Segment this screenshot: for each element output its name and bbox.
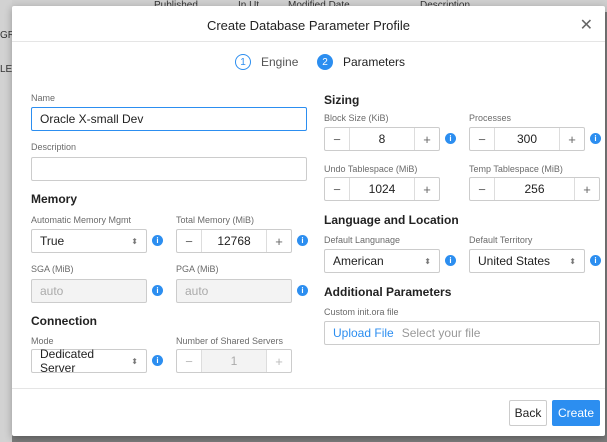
processes-label: Processes — [469, 113, 512, 123]
info-icon[interactable]: i — [297, 285, 308, 296]
processes-stepper[interactable]: − 300 + — [469, 127, 585, 151]
wizard-steps: 1 Engine 2 Parameters — [12, 54, 605, 74]
shared-servers-value: 1 — [201, 350, 267, 372]
sizing-heading: Sizing — [324, 93, 360, 107]
default-language-select[interactable]: American ⬍ — [324, 249, 440, 273]
default-language-label: Default Langunage — [324, 235, 401, 245]
default-territory-select[interactable]: United States ⬍ — [469, 249, 585, 273]
upload-placeholder: Select your file — [401, 326, 481, 340]
auto-memory-select[interactable]: True ⬍ — [31, 229, 147, 253]
undo-tablespace-label: Undo Tablespace (MiB) — [324, 164, 418, 174]
undo-tablespace-stepper[interactable]: − 1024 + — [324, 177, 440, 201]
shared-servers-stepper: − 1 + — [176, 349, 292, 373]
block-size-stepper[interactable]: − 8 + — [324, 127, 440, 151]
background-sidebar: GR LE — [0, 0, 15, 442]
background-text: LE — [0, 64, 13, 75]
memory-heading: Memory — [31, 192, 78, 206]
sga-input: auto — [31, 279, 147, 303]
increment-button[interactable]: + — [267, 234, 291, 249]
decrement-button: − — [185, 353, 193, 369]
mode-select[interactable]: Dedicated Server ⬍ — [31, 347, 147, 375]
info-icon[interactable]: i — [445, 133, 456, 144]
total-memory-value[interactable]: 12768 — [201, 230, 267, 252]
block-size-value[interactable]: 8 — [349, 128, 415, 150]
info-icon[interactable]: i — [445, 255, 456, 266]
connection-heading: Connection — [31, 314, 97, 328]
temp-tablespace-label: Temp Tablespace (MiB) — [469, 164, 563, 174]
shared-servers-label: Number of Shared Servers — [176, 336, 284, 346]
info-icon[interactable]: i — [152, 285, 163, 296]
step-number: 1 — [235, 54, 251, 70]
auto-memory-label: Automatic Memory Mgmt — [31, 215, 132, 225]
info-icon[interactable]: i — [590, 255, 601, 266]
default-territory-label: Default Territory — [469, 235, 533, 245]
increment-button[interactable]: + — [415, 132, 439, 147]
custom-init-label: Custom init.ora file — [324, 307, 399, 317]
sga-label: SGA (MiB) — [31, 264, 74, 274]
step-engine[interactable]: 1 Engine — [235, 54, 298, 70]
pga-label: PGA (MiB) — [176, 264, 219, 274]
decrement-button[interactable]: − — [470, 182, 494, 197]
select-arrow-icon: ⬍ — [569, 256, 576, 266]
upload-file-button[interactable]: Upload File — [333, 326, 394, 340]
create-profile-dialog: Create Database Parameter Profile ✕ 1 En… — [12, 6, 605, 436]
block-size-label: Block Size (KiB) — [324, 113, 389, 123]
create-button[interactable]: Create — [552, 400, 600, 426]
increment-button: + — [275, 353, 283, 369]
default-territory-value: United States — [478, 254, 551, 268]
temp-tablespace-stepper[interactable]: − 256 + — [469, 177, 600, 201]
info-icon[interactable]: i — [152, 355, 163, 366]
language-location-heading: Language and Location — [324, 213, 459, 227]
step-label: Engine — [261, 55, 299, 69]
increment-button[interactable]: + — [415, 182, 439, 197]
description-input[interactable] — [31, 157, 307, 181]
decrement-button[interactable]: − — [325, 132, 349, 147]
additional-parameters-heading: Additional Parameters — [324, 285, 452, 299]
undo-tablespace-value[interactable]: 1024 — [349, 178, 415, 200]
processes-value[interactable]: 300 — [494, 128, 560, 150]
temp-tablespace-value[interactable]: 256 — [494, 178, 575, 200]
step-parameters[interactable]: 2 Parameters — [317, 54, 405, 70]
mode-label: Mode — [31, 336, 54, 346]
select-arrow-icon: ⬍ — [131, 236, 138, 246]
mode-value: Dedicated Server — [40, 347, 95, 375]
custom-init-upload[interactable]: Upload File Select your file — [324, 321, 600, 345]
decrement-button[interactable]: − — [325, 182, 349, 197]
total-memory-stepper[interactable]: − 12768 + — [176, 229, 292, 253]
close-icon[interactable]: ✕ — [580, 15, 593, 35]
info-icon[interactable]: i — [152, 235, 163, 246]
default-language-value: American — [333, 254, 384, 268]
auto-memory-value: True — [40, 234, 65, 248]
back-button[interactable]: Back — [509, 400, 547, 426]
select-arrow-icon: ⬍ — [131, 356, 138, 366]
dialog-footer: Back Create — [12, 388, 605, 436]
info-icon[interactable]: i — [297, 235, 308, 246]
dialog-title: Create Database Parameter Profile — [206, 18, 411, 33]
increment-button[interactable]: + — [560, 132, 584, 147]
step-number: 2 — [317, 54, 333, 70]
name-input[interactable]: Oracle X-small Dev — [31, 107, 307, 131]
increment-button[interactable]: + — [575, 182, 599, 197]
name-label: Name — [31, 93, 56, 103]
decrement-button[interactable]: − — [177, 234, 201, 249]
total-memory-label: Total Memory (MiB) — [176, 215, 255, 225]
decrement-button[interactable]: − — [470, 132, 494, 147]
info-icon[interactable]: i — [590, 133, 601, 144]
step-label: Parameters — [343, 55, 406, 69]
description-label: Description — [31, 142, 77, 152]
pga-input: auto — [176, 279, 292, 303]
select-arrow-icon: ⬍ — [424, 256, 431, 266]
dialog-header: Create Database Parameter Profile ✕ — [12, 6, 605, 42]
